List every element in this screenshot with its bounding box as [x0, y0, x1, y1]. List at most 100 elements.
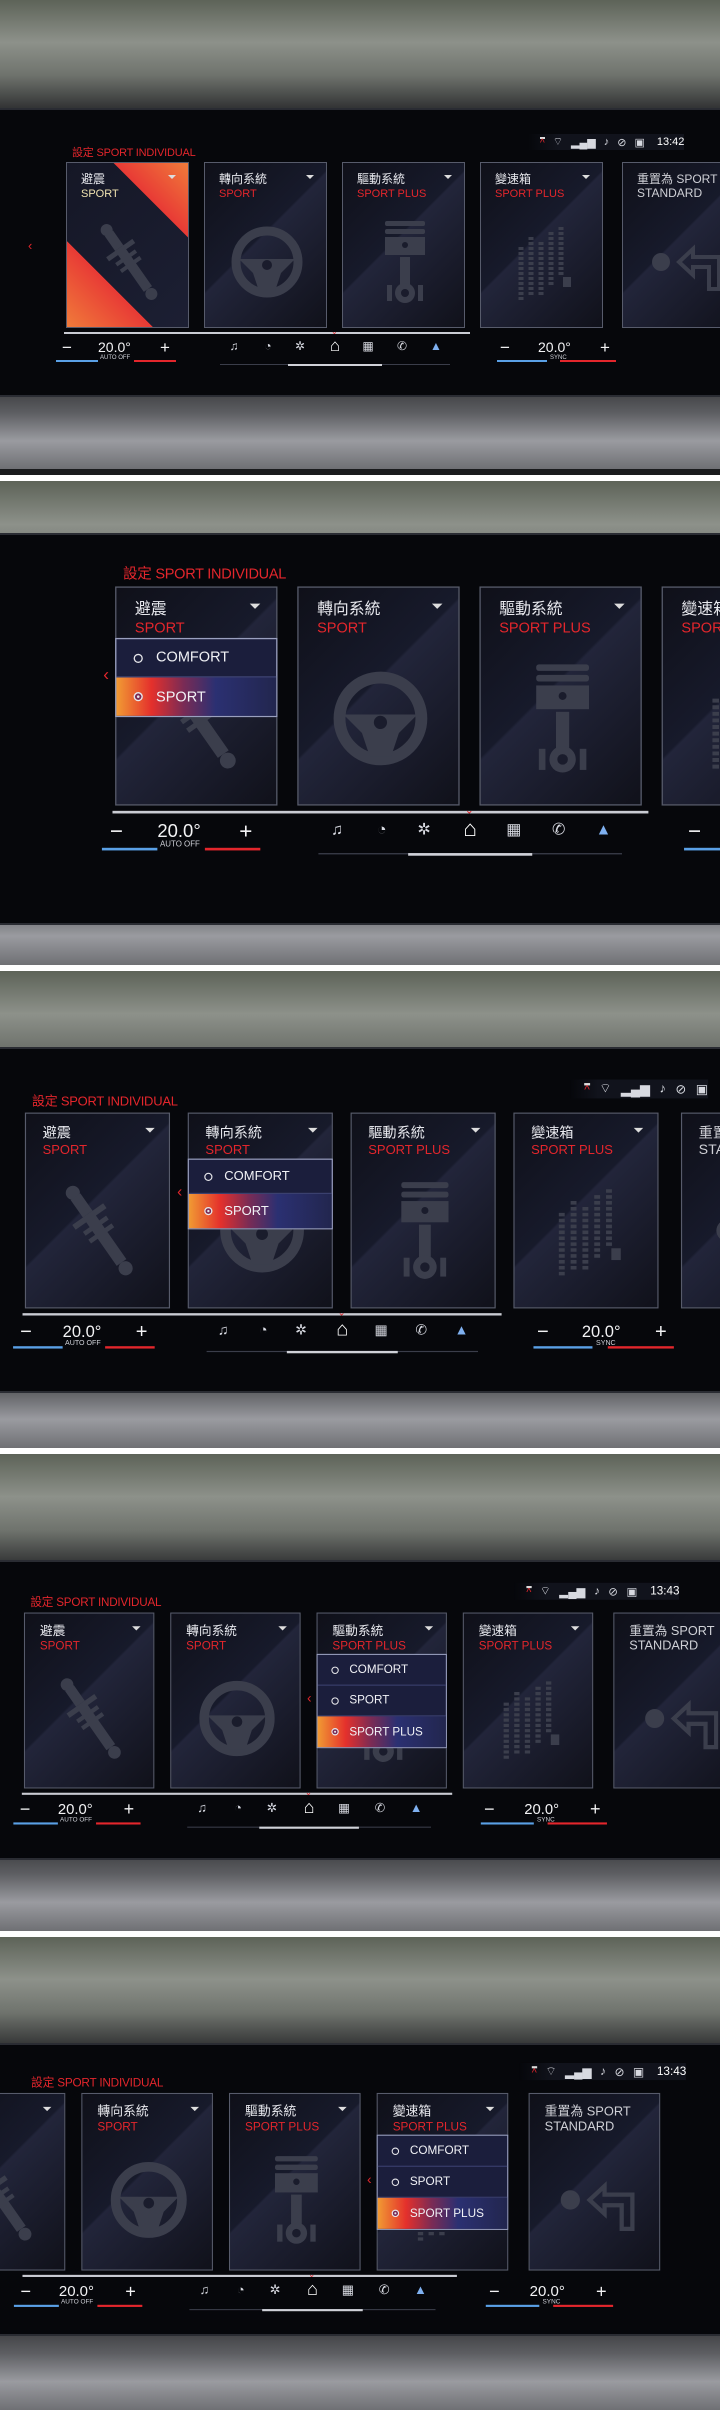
dropdown-caret-icon[interactable]	[614, 603, 625, 609]
card-scrollbar[interactable]	[112, 810, 649, 814]
apps-icon[interactable]: ▦	[339, 2281, 356, 2298]
fan-icon[interactable]: ✲	[264, 1799, 281, 1816]
option-sport[interactable]: SPORT	[317, 1686, 446, 1717]
left-temp-plus-button[interactable]: +	[136, 1320, 148, 1344]
left-temp-plus-button[interactable]: +	[160, 338, 170, 358]
music-icon[interactable]: ♫	[226, 338, 242, 354]
dropdown-caret-icon[interactable]	[444, 175, 452, 179]
left-temp-plus-button[interactable]: +	[124, 1799, 135, 1820]
music-icon[interactable]: ♫	[196, 2281, 213, 2298]
left-temp-minus-button[interactable]: −	[20, 1320, 32, 1344]
dropdown-caret-icon[interactable]	[190, 2106, 200, 2112]
dropdown-caret-icon[interactable]	[306, 175, 314, 179]
fan-icon[interactable]: ✲	[292, 1320, 311, 1339]
option-sport-plus[interactable]: SPORT PLUS	[377, 2197, 508, 2229]
home-icon[interactable]: ⌂	[333, 1319, 352, 1339]
dropdown-caret-icon[interactable]	[132, 1626, 141, 1631]
right-temp-plus-button[interactable]: +	[600, 338, 610, 358]
dropdown-caret-icon[interactable]	[145, 1127, 155, 1133]
right-temp-minus-button[interactable]: −	[484, 1799, 495, 1820]
setting-card-piston[interactable]: 驅動系統 SPORT PLUS	[228, 2092, 361, 2271]
option-comfort[interactable]: COMFORT	[377, 2136, 508, 2167]
phone-icon[interactable]: ✆	[548, 819, 569, 840]
radio-button[interactable]	[331, 1696, 339, 1705]
setting-card-gearbox[interactable]: 變速箱SPORT PLUS	[513, 1112, 659, 1309]
dropdown-caret-icon[interactable]	[338, 2106, 347, 2112]
setting-card-shock-absorber[interactable]: 避震SPORT	[23, 1612, 155, 1789]
option-comfort[interactable]: COMFORT	[188, 1160, 332, 1194]
dropdown-caret-icon[interactable]	[570, 1626, 580, 1631]
left-temp-minus-button[interactable]: −	[20, 1799, 31, 1820]
home-icon[interactable]: ⌂	[301, 1798, 318, 1816]
fan-icon[interactable]: ✲	[292, 338, 308, 354]
card-scrollbar[interactable]	[22, 1313, 502, 1316]
setting-card-shock-absorber[interactable]: 避震SPORT	[0, 2092, 66, 2271]
music-icon[interactable]: ♫	[194, 1799, 211, 1816]
home-icon[interactable]: ⌂	[327, 337, 343, 354]
apps-icon[interactable]: ▦	[336, 1799, 353, 1816]
apps-icon[interactable]: ▦	[360, 338, 376, 354]
option-comfort[interactable]: COMFORT	[317, 1655, 446, 1686]
setting-card-reset-arrow[interactable]: 重置為 SPORT STANDARD	[528, 2092, 661, 2271]
apps-icon[interactable]: ▦	[503, 819, 524, 840]
card-scrollbar[interactable]	[21, 1792, 453, 1795]
left-temp-minus-button[interactable]: −	[20, 2281, 31, 2302]
left-temp-minus-button[interactable]: −	[62, 338, 72, 358]
dropdown-caret-icon[interactable]	[168, 175, 176, 179]
home-icon[interactable]: ⌂	[460, 817, 481, 840]
right-temp-minus-button[interactable]: −	[537, 1320, 549, 1344]
option-sport-plus[interactable]: SPORT PLUS	[317, 1716, 446, 1748]
setting-card-gearbox[interactable]: 變速箱SPORT PLUS	[462, 1612, 594, 1789]
dropdown-caret-icon[interactable]	[470, 1127, 481, 1133]
phone-icon[interactable]: ✆	[412, 1320, 431, 1339]
music-icon[interactable]: ♫	[214, 1320, 233, 1339]
right-temp-plus-button[interactable]: +	[590, 1799, 601, 1820]
navigation-icon[interactable]: ▲	[428, 338, 444, 354]
card-scrollbar[interactable]	[22, 2274, 457, 2277]
right-temp-minus-button[interactable]: −	[688, 819, 701, 845]
setting-card-reset-arrow[interactable]: 重置為 SPORT STANDARD	[613, 1612, 720, 1789]
dropdown-caret-icon[interactable]	[249, 603, 261, 609]
radio-button[interactable]	[391, 2178, 400, 2186]
dropdown-caret-icon[interactable]	[424, 1626, 434, 1631]
setting-card-steering-wheel[interactable]: 轉向系統 SPORT	[170, 1612, 301, 1789]
gauge-icon[interactable]: ◔	[232, 2281, 249, 2298]
phone-icon[interactable]: ✆	[376, 2281, 393, 2298]
left-climate-label[interactable]: AUTO OFF	[60, 1817, 92, 1823]
dropdown-caret-icon[interactable]	[42, 2106, 52, 2112]
right-temp-plus-button[interactable]: +	[596, 2281, 607, 2302]
collapse-icon[interactable]: ^	[531, 2065, 537, 2078]
setting-card-piston[interactable]: 驅動系統 SPORT PLUS	[342, 162, 465, 328]
fan-icon[interactable]: ✲	[413, 819, 434, 840]
card-scrollbar[interactable]	[64, 332, 470, 334]
left-temp-plus-button[interactable]: +	[125, 2281, 136, 2302]
setting-card-reset-arrow[interactable]: 重置為 SPORT STANDARD	[622, 162, 720, 328]
home-icon[interactable]: ⌂	[304, 2280, 321, 2298]
radio-button[interactable]	[133, 653, 143, 663]
setting-card-shock-absorber[interactable]: 避震SPORT	[24, 1112, 171, 1309]
setting-card-reset-arrow[interactable]: 重置為 SPORT STANDARD	[680, 1112, 720, 1309]
setting-card-gearbox[interactable]: 變速箱SPORT PLUS	[661, 586, 720, 806]
apps-icon[interactable]: ▦	[372, 1320, 391, 1339]
scroll-left-chevron-icon[interactable]: ‹	[28, 238, 32, 253]
radio-button[interactable]	[204, 1172, 213, 1181]
dropdown-caret-icon[interactable]	[633, 1127, 644, 1133]
setting-card-piston[interactable]: 驅動系統 SPORT PLUS	[350, 1112, 496, 1309]
radio-button[interactable]	[331, 1666, 339, 1674]
collapse-icon[interactable]: ^	[584, 1082, 590, 1096]
setting-card-steering-wheel[interactable]: 轉向系統 SPORT	[297, 586, 460, 806]
gauge-icon[interactable]: ◔	[254, 1320, 273, 1339]
radio-button[interactable]	[204, 1206, 213, 1216]
phone-icon[interactable]: ✆	[372, 1799, 389, 1816]
radio-button[interactable]	[133, 692, 143, 702]
left-climate-label[interactable]: AUTO OFF	[160, 841, 200, 849]
gauge-icon[interactable]: ◔	[371, 819, 392, 840]
setting-card-gearbox[interactable]: 變速箱SPORT PLUS	[480, 162, 603, 328]
right-temp-minus-button[interactable]: −	[489, 2281, 500, 2302]
dropdown-caret-icon[interactable]	[308, 1127, 318, 1133]
radio-button[interactable]	[391, 2209, 400, 2218]
right-temp-plus-button[interactable]: +	[655, 1320, 667, 1344]
navigation-icon[interactable]: ▲	[408, 1799, 425, 1816]
gauge-icon[interactable]: ◔	[230, 1799, 247, 1816]
navigation-icon[interactable]: ▲	[412, 2281, 429, 2298]
